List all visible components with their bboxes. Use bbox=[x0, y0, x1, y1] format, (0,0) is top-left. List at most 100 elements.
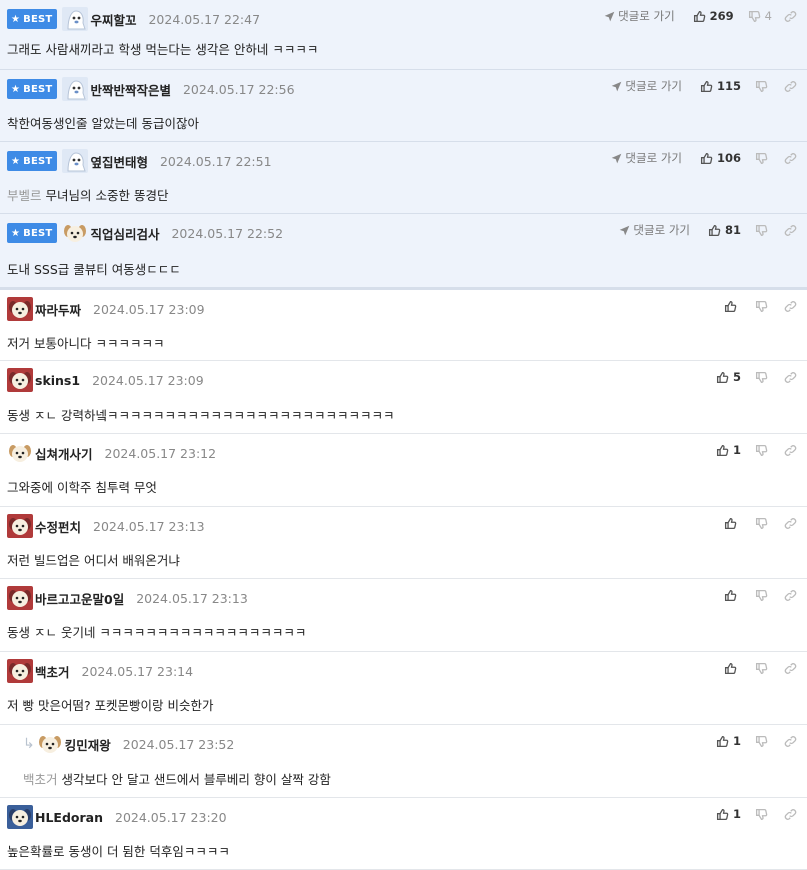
upvote-button[interactable]: 106 bbox=[700, 151, 741, 165]
thumbs-up-icon bbox=[724, 300, 741, 313]
nickname[interactable]: 수정펀치 bbox=[35, 517, 81, 536]
best-badge-label: BEST bbox=[23, 155, 53, 167]
downvote-button[interactable] bbox=[755, 224, 772, 237]
downvote-button[interactable] bbox=[755, 808, 772, 821]
share-link-icon[interactable] bbox=[784, 371, 797, 384]
goto-comment-link[interactable]: 댓글로 가기 bbox=[619, 222, 690, 238]
comment-item: 십쳐개사기 2024.05.17 23:12 그와중에 이학주 침투력 무엇 1 bbox=[0, 434, 807, 507]
timestamp: 2024.05.17 23:09 bbox=[92, 372, 204, 388]
upvote-button[interactable] bbox=[724, 589, 741, 602]
upvote-button[interactable]: 269 bbox=[693, 9, 734, 23]
downvote-button[interactable] bbox=[755, 589, 772, 602]
upvote-count: 115 bbox=[716, 79, 741, 93]
share-link-icon[interactable] bbox=[784, 517, 797, 530]
upvote-button[interactable]: 5 bbox=[716, 370, 741, 384]
reply-target-nick[interactable]: 부벨르 bbox=[7, 188, 42, 203]
comment-header: HLEdoran 2024.05.17 23:20 bbox=[7, 805, 227, 829]
upvote-button[interactable] bbox=[724, 300, 741, 313]
star-icon: ★ bbox=[11, 155, 21, 167]
downvote-button[interactable] bbox=[755, 371, 772, 384]
send-icon bbox=[611, 153, 625, 164]
downvote-button[interactable] bbox=[755, 152, 772, 165]
star-icon: ★ bbox=[11, 13, 21, 25]
avatar[interactable] bbox=[7, 441, 35, 465]
upvote-button[interactable]: 1 bbox=[716, 443, 741, 457]
comment-text: 착한여동생인줄 알았는데 동급이잖아 bbox=[7, 113, 199, 132]
comment-header: ★ BEST 직업심리검사 2024.05.17 22:52 bbox=[7, 221, 283, 245]
nickname[interactable]: HLEdoran bbox=[35, 810, 103, 825]
best-badge: ★ BEST bbox=[7, 223, 58, 243]
goto-comment-link[interactable]: 댓글로 가기 bbox=[604, 8, 675, 24]
upvote-button[interactable] bbox=[724, 662, 741, 675]
thumbs-up-icon bbox=[724, 662, 741, 675]
avatar[interactable] bbox=[62, 149, 90, 173]
reply-target-nick[interactable]: 백초거 bbox=[23, 772, 58, 787]
upvote-button[interactable]: 81 bbox=[708, 223, 741, 237]
share-link-icon[interactable] bbox=[784, 10, 797, 23]
comment-text: 저거 보통아니다 ㅋㅋㅋㅋㅋㅋ bbox=[7, 333, 164, 352]
comment-header: 바르고고운말0일 2024.05.17 23:13 bbox=[7, 586, 248, 610]
avatar[interactable] bbox=[7, 586, 35, 610]
avatar[interactable] bbox=[62, 77, 90, 101]
best-badge: ★ BEST bbox=[7, 79, 58, 99]
downvote-button[interactable] bbox=[755, 662, 772, 675]
share-link-icon[interactable] bbox=[784, 589, 797, 602]
share-link-icon[interactable] bbox=[784, 152, 797, 165]
thumbs-down-icon bbox=[755, 662, 772, 675]
downvote-button[interactable]: 4 bbox=[748, 9, 772, 23]
share-link-icon[interactable] bbox=[784, 300, 797, 313]
thumbs-down-icon bbox=[755, 735, 772, 748]
nickname[interactable]: 바르고고운말0일 bbox=[35, 589, 124, 608]
goto-comment-link[interactable]: 댓글로 가기 bbox=[611, 150, 682, 166]
comment-body: 동생 ㅈㄴ 강력하넼ㅋㅋㅋㅋㅋㅋㅋㅋㅋㅋㅋㅋㅋㅋㅋㅋㅋㅋㅋㅋㅋㅋㅋㅋㅋ bbox=[7, 408, 395, 423]
nickname[interactable]: 직업심리검사 bbox=[90, 224, 159, 243]
upvote-count: 106 bbox=[716, 151, 741, 165]
downvote-button[interactable] bbox=[755, 517, 772, 530]
upvote-button[interactable]: 1 bbox=[716, 807, 741, 821]
thumbs-up-icon bbox=[700, 152, 717, 165]
thumbs-down-icon bbox=[755, 152, 772, 165]
nickname[interactable]: 킹민재왕 bbox=[65, 735, 111, 754]
avatar[interactable] bbox=[37, 732, 65, 756]
downvote-button[interactable] bbox=[755, 80, 772, 93]
goto-comment-link[interactable]: 댓글로 가기 bbox=[611, 78, 682, 94]
timestamp: 2024.05.17 22:56 bbox=[182, 81, 295, 97]
upvote-button[interactable]: 1 bbox=[716, 734, 741, 748]
avatar[interactable] bbox=[7, 805, 35, 829]
comment-text: 높은확률로 동생이 더 뒴한 덕후임ㅋㅋㅋㅋ bbox=[7, 841, 230, 860]
nickname[interactable]: 짜라두짜 bbox=[35, 300, 81, 319]
share-link-icon[interactable] bbox=[784, 662, 797, 675]
thumbs-down-icon bbox=[748, 10, 765, 23]
nickname[interactable]: 우찌할꼬 bbox=[90, 10, 136, 29]
nickname[interactable]: 반짝반짝작은별 bbox=[90, 80, 171, 99]
share-link-icon[interactable] bbox=[784, 224, 797, 237]
best-comment: ★ BEST 우찌할꼬 2024.05.17 22:47 그래도 사람새끼라고 학생 먹… bbox=[0, 0, 807, 70]
share-link-icon[interactable] bbox=[784, 808, 797, 821]
avatar[interactable] bbox=[62, 221, 90, 245]
comment-body: 생각보다 안 달고 샌드에서 블루베리 향이 살짝 강함 bbox=[61, 772, 331, 787]
nickname[interactable]: 백초거 bbox=[35, 662, 70, 681]
avatar[interactable] bbox=[7, 659, 35, 683]
comment-actions: 1 bbox=[710, 731, 797, 751]
comment-header: ★ BEST 옆집변태형 2024.05.17 22:51 bbox=[7, 149, 272, 173]
nickname[interactable]: skins1 bbox=[35, 373, 80, 388]
share-link-icon[interactable] bbox=[784, 735, 797, 748]
upvote-button[interactable]: 115 bbox=[700, 79, 741, 93]
comment-actions: 1 bbox=[710, 440, 797, 460]
downvote-button[interactable] bbox=[755, 300, 772, 313]
avatar[interactable] bbox=[62, 7, 90, 31]
downvote-button[interactable] bbox=[755, 735, 772, 748]
avatar[interactable] bbox=[7, 368, 35, 392]
downvote-button[interactable] bbox=[755, 444, 772, 457]
avatar[interactable] bbox=[7, 297, 35, 321]
share-link-icon[interactable] bbox=[784, 444, 797, 457]
upvote-button[interactable] bbox=[724, 517, 741, 530]
avatar[interactable] bbox=[7, 514, 35, 538]
nickname[interactable]: 십쳐개사기 bbox=[35, 444, 93, 463]
nickname[interactable]: 옆집변태형 bbox=[90, 152, 148, 171]
comment-actions bbox=[718, 658, 797, 678]
comment-actions: 5 bbox=[710, 367, 797, 387]
thumbs-down-icon bbox=[755, 300, 772, 313]
comment-header: 수정펀치 2024.05.17 23:13 bbox=[7, 514, 205, 538]
share-link-icon[interactable] bbox=[784, 80, 797, 93]
